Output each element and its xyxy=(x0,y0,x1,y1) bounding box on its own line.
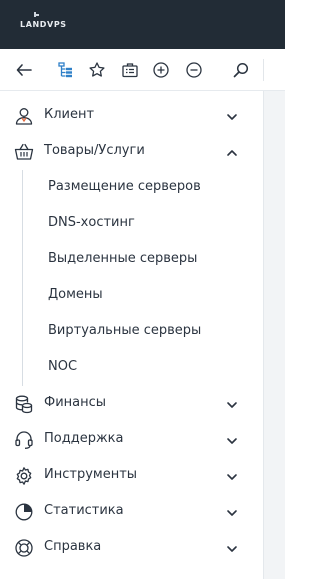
lifebuoy-icon xyxy=(14,538,34,558)
menu-item-tools[interactable]: Инструменты xyxy=(0,458,263,494)
basket-icon xyxy=(14,142,34,162)
chevron-down-icon[interactable] xyxy=(225,505,239,519)
chevron-down-icon[interactable] xyxy=(225,541,239,555)
logo-mark-flag xyxy=(36,14,39,16)
submenu-item-dedicated-servers[interactable]: Выделенные серверы xyxy=(0,242,263,278)
chevron-down-icon[interactable] xyxy=(225,109,239,123)
menu-item-client[interactable]: Клиент xyxy=(0,98,263,134)
headset-icon xyxy=(14,430,34,450)
favorites-button[interactable] xyxy=(86,59,108,81)
submenu-item-label: Домены xyxy=(48,287,103,302)
content-panel-edge xyxy=(263,91,285,579)
pie-chart-icon xyxy=(14,502,34,522)
menu-item-support[interactable]: Поддержка xyxy=(0,422,263,458)
main-menu: Клиент Товары/Услуги Размещение серверов… xyxy=(0,98,263,566)
minus-circle-icon xyxy=(186,62,202,78)
tree-view-button[interactable] xyxy=(55,59,77,81)
briefcase-icon xyxy=(122,63,138,78)
submenu-item-domains[interactable]: Домены xyxy=(0,278,263,314)
submenu-item-server-colocation[interactable]: Размещение серверов xyxy=(0,170,263,206)
search-button[interactable] xyxy=(230,59,252,81)
submenu-item-label: DNS-хостинг xyxy=(48,215,135,230)
toolbar-divider xyxy=(263,59,264,81)
top-bar: LANDVPS xyxy=(0,0,285,49)
logo-text: LANDVPS xyxy=(20,20,67,29)
search-icon xyxy=(233,62,249,78)
submenu-item-label: Виртуальные серверы xyxy=(48,323,202,338)
menu-item-label: Клиент xyxy=(44,107,95,122)
back-arrow-icon xyxy=(16,64,32,76)
menu-item-help[interactable]: Справка xyxy=(0,530,263,566)
menu-item-label: Товары/Услуги xyxy=(44,143,145,158)
brand-logo[interactable]: LANDVPS xyxy=(20,12,70,38)
submenu-item-noc[interactable]: NOC xyxy=(0,350,263,386)
chevron-up-icon[interactable] xyxy=(225,145,239,159)
collapse-all-button[interactable] xyxy=(183,59,205,81)
menu-item-label: Инструменты xyxy=(44,467,138,482)
submenu-item-label: Размещение серверов xyxy=(48,179,201,194)
gear-icon xyxy=(14,466,34,486)
menu-item-statistics[interactable]: Статистика xyxy=(0,494,263,530)
menu-item-finance[interactable]: Финансы xyxy=(0,386,263,422)
menu-item-label: Поддержка xyxy=(44,431,124,446)
submenu-item-virtual-servers[interactable]: Виртуальные серверы xyxy=(0,314,263,350)
submenu-item-dns-hosting[interactable]: DNS-хостинг xyxy=(0,206,263,242)
chevron-down-icon[interactable] xyxy=(225,397,239,411)
submenu-item-label: Выделенные серверы xyxy=(48,251,198,266)
menu-item-label: Статистика xyxy=(44,503,124,518)
toolbar xyxy=(0,49,285,91)
user-icon xyxy=(14,106,34,126)
submenu-products-services: Размещение серверов DNS-хостинг Выделенн… xyxy=(0,170,263,386)
submenu-item-label: NOC xyxy=(48,359,78,374)
menu-item-label: Справка xyxy=(44,539,102,554)
chevron-down-icon[interactable] xyxy=(225,433,239,447)
tree-icon xyxy=(58,62,72,78)
back-button[interactable] xyxy=(13,59,35,81)
chevron-down-icon[interactable] xyxy=(225,469,239,483)
coins-icon xyxy=(14,394,34,414)
plus-circle-icon xyxy=(153,62,169,78)
tasks-button[interactable] xyxy=(119,59,141,81)
menu-item-products-services[interactable]: Товары/Услуги xyxy=(0,134,263,170)
expand-all-button[interactable] xyxy=(150,59,172,81)
star-icon xyxy=(89,62,105,77)
menu-item-label: Финансы xyxy=(44,395,107,410)
